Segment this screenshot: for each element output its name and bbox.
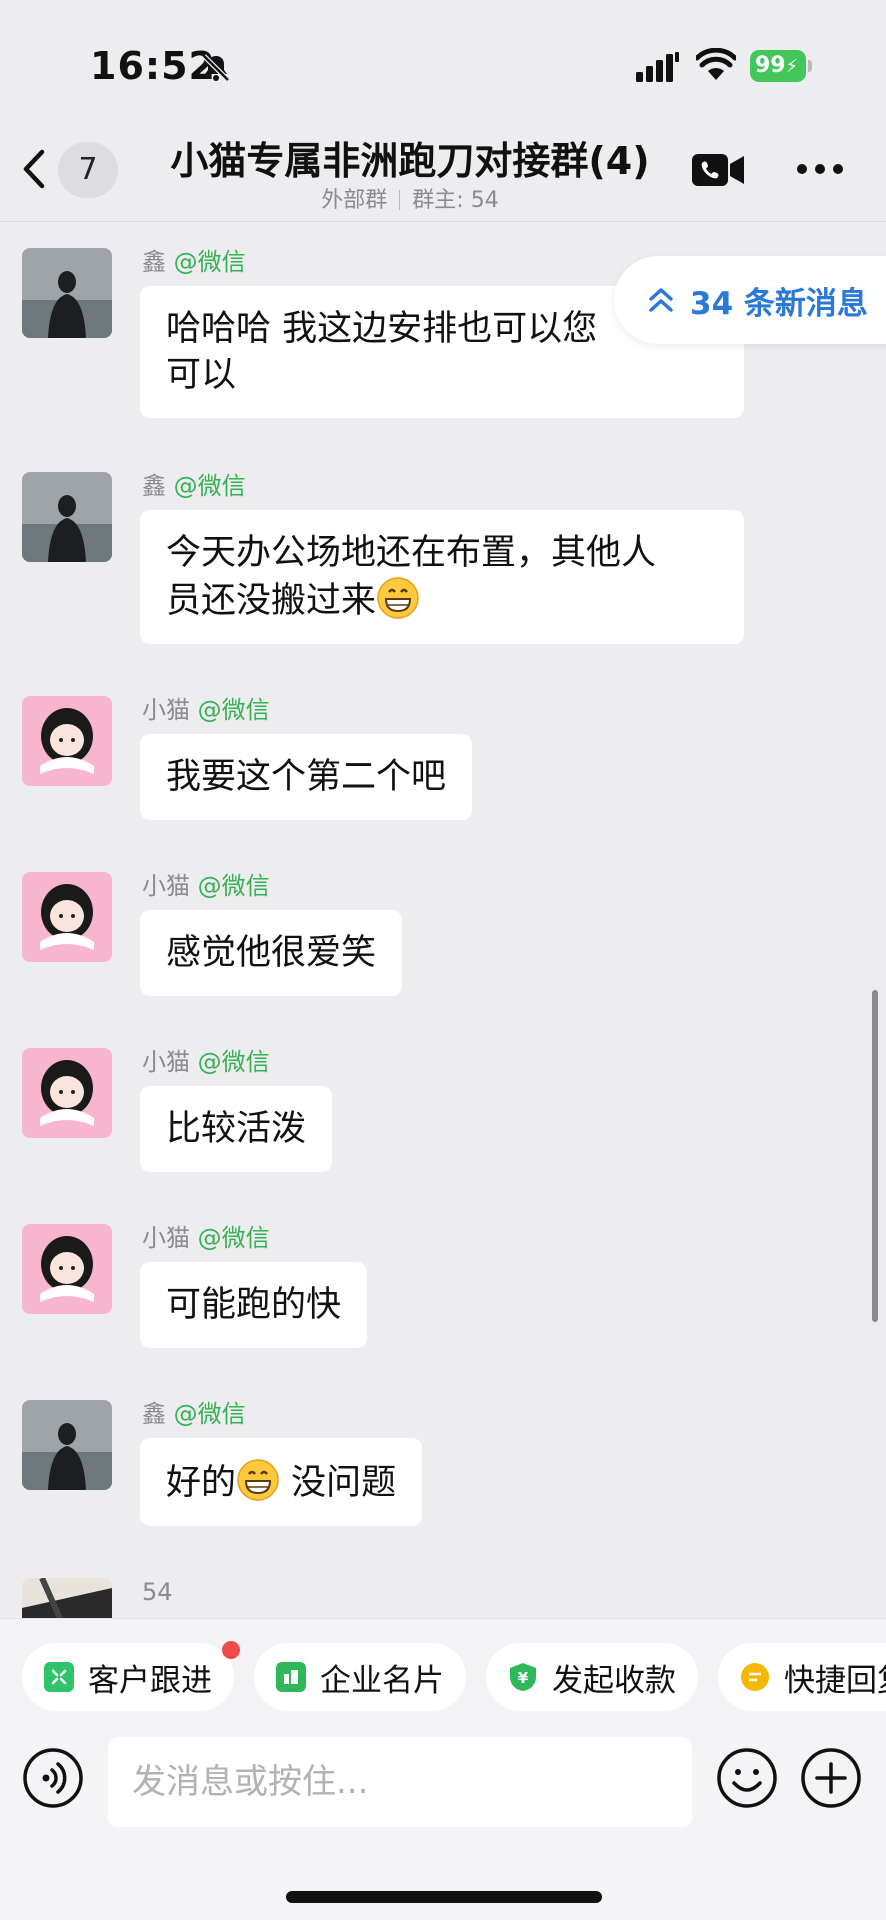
business-card-icon	[276, 1662, 306, 1692]
notification-dot	[222, 1641, 240, 1659]
battery-indicator: 99⚡	[750, 50, 812, 82]
wifi-icon	[696, 48, 736, 80]
sender-name: 54	[142, 1578, 173, 1606]
subtitle-divider	[399, 190, 401, 210]
customer-followup-icon	[44, 1662, 74, 1692]
sender-name: 小猫 @微信	[142, 696, 270, 724]
back-arrow-icon[interactable]	[18, 146, 48, 192]
group-title[interactable]: 小猫专属非洲跑刀对接群(4)	[130, 130, 690, 185]
quick-action-payment[interactable]: ¥ 发起收款	[486, 1643, 698, 1711]
avatar-xin[interactable]	[22, 472, 112, 562]
quick-actions-bar: 客户跟进 企业名片 ¥ 发起收款 快捷回复	[22, 1643, 886, 1713]
bell-slash-icon	[202, 54, 230, 82]
charging-bolt-icon: ⚡	[785, 56, 799, 77]
message-item: 54	[0, 1578, 886, 1618]
voice-input-icon[interactable]	[22, 1747, 84, 1809]
quick-action-business-card[interactable]: 企业名片	[254, 1643, 466, 1711]
group-type-label: 外部群	[321, 188, 388, 213]
more-options-icon[interactable]	[796, 162, 844, 176]
payment-shield-icon: ¥	[510, 1663, 536, 1691]
group-owner-label: 群主: 54	[412, 188, 499, 213]
new-messages-button[interactable]: 34 条新消息	[614, 256, 886, 344]
grinning-emoji-icon	[237, 1459, 279, 1501]
svg-text:¥: ¥	[518, 1669, 529, 1687]
message-bubble[interactable]: 可能跑的快	[140, 1262, 368, 1348]
sender-name: 小猫 @微信	[142, 1224, 270, 1252]
message-bubble[interactable]: 好的 没问题	[140, 1438, 423, 1526]
avatar-xiaomao[interactable]	[22, 1224, 112, 1314]
home-indicator[interactable]	[286, 1891, 602, 1903]
quick-action-customer-followup[interactable]: 客户跟进	[22, 1643, 234, 1711]
cellular-signal-icon	[636, 52, 679, 82]
message-bubble[interactable]: 我要这个第二个吧	[140, 734, 473, 820]
video-call-icon[interactable]	[690, 150, 746, 190]
quick-action-quick-reply[interactable]: 快捷回复	[718, 1643, 886, 1711]
quick-reply-icon	[741, 1663, 769, 1691]
sender-name: 鑫 @微信	[142, 248, 246, 276]
message-input[interactable]	[108, 1737, 692, 1827]
scrollbar[interactable]	[872, 990, 878, 1322]
battery-level: 99	[755, 53, 786, 78]
avatar-xin[interactable]	[22, 1400, 112, 1490]
message-bubble[interactable]: 感觉他很爱笑	[140, 910, 403, 996]
double-chevron-up-icon	[649, 288, 673, 312]
sender-name: 小猫 @微信	[142, 1048, 270, 1076]
add-attachment-icon[interactable]	[800, 1747, 862, 1809]
sender-name: 鑫 @微信	[142, 472, 246, 500]
status-bar: 16:52 99⚡	[0, 0, 886, 120]
new-messages-label: 34 条新消息	[690, 286, 868, 322]
emoji-picker-icon[interactable]	[716, 1747, 778, 1809]
avatar-xiaomao[interactable]	[22, 1048, 112, 1138]
bottom-panel: 客户跟进 企业名片 ¥ 发起收款 快捷回复	[0, 1618, 886, 1920]
avatar-xin[interactable]	[22, 248, 112, 338]
avatar-xiaomao[interactable]	[22, 696, 112, 786]
clock: 16:52	[90, 44, 216, 88]
chat-header: 7 小猫专属非洲跑刀对接群(4) 外部群 群主: 54	[0, 120, 886, 222]
message-bubble[interactable]: 比较活泼	[140, 1086, 333, 1172]
group-subtitle: 外部群 群主: 54	[130, 182, 690, 214]
avatar-xiaomao[interactable]	[22, 872, 112, 962]
avatar-54[interactable]	[22, 1578, 112, 1618]
unread-count-badge[interactable]: 7	[58, 142, 118, 198]
sender-name: 鑫 @微信	[142, 1400, 246, 1428]
message-bubble[interactable]: 今天办公场地还在布置，其他人 员还没搬过来	[140, 510, 744, 644]
grinning-emoji-icon	[377, 577, 419, 619]
sender-name: 小猫 @微信	[142, 872, 270, 900]
